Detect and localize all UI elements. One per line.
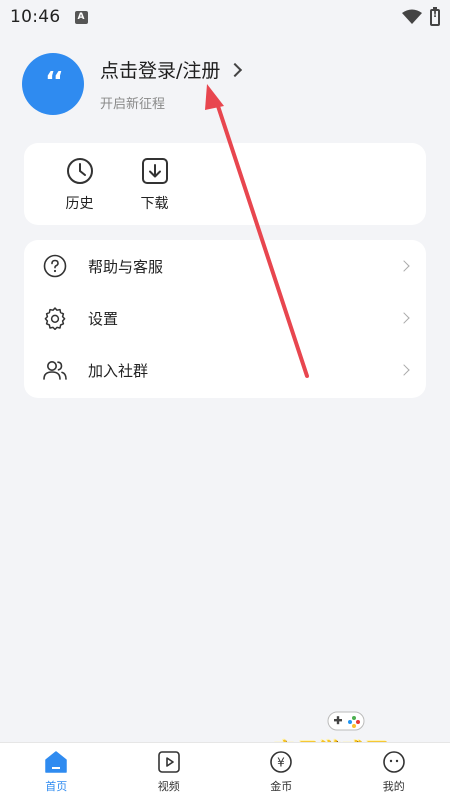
help-circle-icon bbox=[42, 253, 68, 279]
login-row[interactable]: 点击登录/注册 bbox=[100, 56, 243, 83]
home-icon bbox=[43, 749, 69, 775]
chevron-right-icon bbox=[398, 260, 410, 272]
quick-actions-card: 历史 下载 bbox=[24, 143, 426, 225]
notification-a-icon: A bbox=[74, 10, 88, 24]
tab-coins[interactable]: ¥ 金币 bbox=[225, 743, 338, 800]
profile-header[interactable]: ‘‘ 点击登录/注册 开启新征程 bbox=[22, 52, 422, 116]
chevron-right-icon bbox=[398, 312, 410, 324]
tab-home-label: 首页 bbox=[45, 780, 68, 793]
menu-card: 帮助与客服 设置 加入社群 bbox=[24, 240, 426, 398]
tab-profile-label: 我的 bbox=[382, 780, 405, 793]
profile-subtitle: 开启新征程 bbox=[100, 97, 166, 112]
tab-profile[interactable]: 我的 bbox=[338, 743, 450, 800]
profile-text: 点击登录/注册 开启新征程 bbox=[100, 56, 243, 112]
gamepad-icon bbox=[327, 711, 365, 731]
menu-item-settings-label: 设置 bbox=[88, 309, 119, 328]
clock-icon bbox=[65, 156, 95, 186]
download-button[interactable]: 下载 bbox=[117, 143, 192, 225]
download-icon bbox=[140, 156, 170, 186]
avatar[interactable]: ‘‘ bbox=[22, 53, 84, 115]
profile-icon bbox=[381, 749, 407, 775]
tab-video-label: 视频 bbox=[157, 780, 180, 793]
tab-home[interactable]: 首页 bbox=[0, 743, 113, 800]
bottom-nav: 首页 视频 ¥ 金币 我的 bbox=[0, 742, 450, 800]
download-label: 下载 bbox=[140, 195, 169, 212]
chevron-right-icon bbox=[398, 364, 410, 376]
video-icon bbox=[156, 749, 182, 775]
avatar-glyph: ‘‘ bbox=[45, 67, 63, 97]
chevron-right-icon bbox=[228, 62, 243, 77]
menu-item-help-label: 帮助与客服 bbox=[88, 257, 164, 276]
login-register-link[interactable]: 点击登录/注册 bbox=[100, 56, 220, 83]
annotation-arrow bbox=[205, 84, 309, 378]
tab-video[interactable]: 视频 bbox=[113, 743, 226, 800]
status-time: 10:46 bbox=[10, 7, 61, 27]
battery-icon bbox=[430, 6, 440, 26]
gear-icon bbox=[42, 305, 68, 331]
svg-text:¥: ¥ bbox=[277, 756, 285, 770]
tab-coins-label: 金币 bbox=[270, 780, 293, 793]
history-button[interactable]: 历史 bbox=[42, 143, 117, 225]
wifi-icon bbox=[402, 9, 422, 24]
coin-icon: ¥ bbox=[268, 749, 294, 775]
menu-item-settings[interactable]: 设置 bbox=[24, 292, 426, 344]
status-icons bbox=[402, 6, 440, 26]
history-label: 历史 bbox=[65, 195, 94, 212]
menu-item-community[interactable]: 加入社群 bbox=[24, 344, 426, 396]
users-icon bbox=[42, 357, 68, 383]
menu-item-community-label: 加入社群 bbox=[88, 361, 149, 380]
menu-item-help[interactable]: 帮助与客服 bbox=[24, 240, 426, 292]
status-bar: 10:46 A bbox=[0, 0, 450, 34]
